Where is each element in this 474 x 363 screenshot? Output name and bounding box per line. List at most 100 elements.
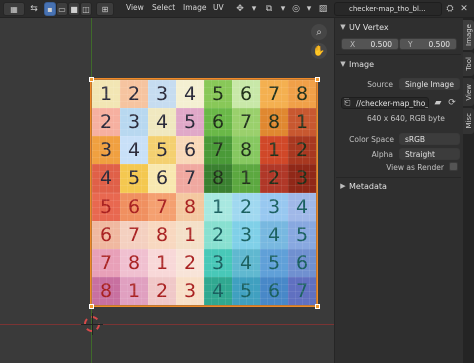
alpha-label: Alpha xyxy=(371,150,393,159)
pan-hand-icon[interactable]: ✋ xyxy=(311,43,327,59)
snap-dropdown-icon[interactable]: ▾ xyxy=(278,3,288,15)
checker-cell: 2 xyxy=(288,136,316,165)
menu-uv[interactable]: UV xyxy=(213,3,224,12)
checker-cell: 2 xyxy=(92,108,120,137)
tab-tool[interactable]: Tool xyxy=(463,52,474,76)
image-browse-icon[interactable]: ▨ xyxy=(316,3,330,15)
uv-vertex-bottom-left[interactable] xyxy=(89,304,94,309)
pivot-dropdown-icon[interactable]: ▾ xyxy=(249,3,259,15)
alpha-dropdown[interactable]: Straight xyxy=(399,148,460,160)
pivot-icon[interactable]: ✥ xyxy=(233,3,247,15)
image-info: 640 x 640, RGB byte xyxy=(367,114,445,123)
checker-cell: 4 xyxy=(260,220,288,249)
color-space-label: Color Space xyxy=(349,135,394,144)
checker-cell: 4 xyxy=(288,192,316,221)
x-axis-line xyxy=(0,324,334,325)
checker-cell: 6 xyxy=(120,192,148,221)
proportional-editing-icon[interactable]: ◎ xyxy=(290,3,302,15)
checker-cell: 1 xyxy=(92,80,120,109)
uv-y-field[interactable]: Y 0.500 xyxy=(399,38,457,50)
checker-cell: 5 xyxy=(148,136,176,165)
checker-cell: 6 xyxy=(232,80,260,109)
source-dropdown[interactable]: Single Image xyxy=(399,78,460,90)
checker-cell: 1 xyxy=(148,248,176,278)
checker-cell: 2 xyxy=(148,276,176,306)
folder-icon[interactable]: ▰ xyxy=(432,97,444,109)
editor-type-button[interactable]: ▦ xyxy=(3,2,25,16)
checker-cell: 5 xyxy=(232,276,260,306)
checker-cell: 2 xyxy=(120,80,148,109)
checker-cell: 8 xyxy=(260,108,288,137)
checker-cell: 5 xyxy=(176,108,204,137)
checker-cell: 3 xyxy=(120,108,148,137)
sticky-icon: ⊞ xyxy=(101,4,109,14)
menu-select[interactable]: Select xyxy=(152,3,175,12)
image-pin-icon[interactable]: ⛭ xyxy=(444,3,456,15)
checker-cell: 7 xyxy=(120,220,148,249)
checker-cell: 4 xyxy=(92,164,120,193)
snap-icon[interactable]: ⧉ xyxy=(262,3,276,15)
checker-cell: 2 xyxy=(232,192,260,221)
filepath-field[interactable]: //checker-map_tho_b... xyxy=(341,97,429,109)
image-panel-header[interactable]: ▼ Image xyxy=(337,57,460,71)
checker-cell: 7 xyxy=(204,136,232,165)
zoom-icon[interactable]: ⌕ xyxy=(311,24,327,40)
tab-misc[interactable]: Misc xyxy=(463,108,474,134)
checker-cell: 3 xyxy=(176,276,204,306)
checker-cell: 4 xyxy=(176,80,204,109)
checker-cell: 7 xyxy=(232,108,260,137)
checker-cell: 1 xyxy=(232,164,260,193)
menu-image[interactable]: Image xyxy=(183,3,207,12)
color-space-dropdown[interactable]: sRGB xyxy=(399,133,460,145)
checker-cell: 3 xyxy=(232,220,260,249)
checker-cell: 5 xyxy=(260,248,288,278)
checker-cell: 6 xyxy=(288,248,316,278)
checker-cell: 6 xyxy=(204,108,232,137)
sync-selection-icon[interactable]: ⇆ xyxy=(28,3,40,15)
checker-grid: 1234567823456781345678124567812356781234… xyxy=(92,80,316,306)
view-as-render-checkbox[interactable] xyxy=(449,162,458,171)
reload-icon[interactable]: ⟳ xyxy=(446,97,458,109)
uv-x-field[interactable]: X 0.500 xyxy=(341,38,399,50)
checker-cell: 7 xyxy=(176,164,204,193)
2d-cursor-icon[interactable] xyxy=(81,313,103,335)
sidebar-tabs: Image Tool View Misc xyxy=(463,18,474,363)
checker-texture: 1234567823456781345678124567812356781234… xyxy=(91,79,317,306)
checker-cell: 3 xyxy=(204,248,232,278)
uv-vertex-top-left[interactable] xyxy=(89,77,94,82)
checker-cell: 2 xyxy=(176,248,204,278)
checker-cell: 1 xyxy=(120,276,148,306)
menu-view[interactable]: View xyxy=(126,3,144,12)
edge-select-mode-button[interactable]: ▭ xyxy=(56,2,68,16)
image-editor-icon: ▦ xyxy=(10,4,18,14)
uv-vertex-top-right[interactable] xyxy=(315,77,320,82)
checker-cell: 4 xyxy=(120,136,148,165)
checker-cell: 7 xyxy=(148,192,176,221)
view-as-render-label: View as Render xyxy=(386,163,444,172)
metadata-panel-header[interactable]: ▶ Metadata xyxy=(337,179,460,193)
checker-cell: 6 xyxy=(260,276,288,306)
face-select-mode-button[interactable]: ■ xyxy=(68,2,80,16)
checker-cell: 6 xyxy=(148,164,176,193)
checker-cell: 8 xyxy=(148,220,176,249)
island-select-mode-button[interactable]: ◫ xyxy=(80,2,92,16)
panel-divider xyxy=(336,54,461,55)
tab-view[interactable]: View xyxy=(463,78,474,106)
checker-cell: 7 xyxy=(92,248,120,278)
checker-cell: 8 xyxy=(204,164,232,193)
close-image-icon[interactable]: ✕ xyxy=(458,3,470,15)
uv-vertex-bottom-right[interactable] xyxy=(315,304,320,309)
vertex-select-mode-button[interactable]: ▪ xyxy=(44,2,56,16)
chevron-down-icon: ▼ xyxy=(340,23,346,31)
uv-vertex-panel-header[interactable]: ▼ UV Vertex xyxy=(337,20,460,34)
checker-cell: 5 xyxy=(204,80,232,109)
checker-cell: 5 xyxy=(92,192,120,221)
tab-image[interactable]: Image xyxy=(463,20,474,50)
uv-viewport[interactable]: ⌕ ✋ 123456782345678134567812456781235678… xyxy=(0,18,334,363)
sticky-selection-button[interactable]: ⊞ xyxy=(96,2,114,16)
image-name-field[interactable]: checker-map_tho_bl... xyxy=(334,2,442,16)
falloff-dropdown-icon[interactable]: ▾ xyxy=(304,3,314,15)
checker-cell: 8 xyxy=(288,80,316,109)
checker-cell: 6 xyxy=(92,220,120,249)
checker-cell: 2 xyxy=(204,220,232,249)
